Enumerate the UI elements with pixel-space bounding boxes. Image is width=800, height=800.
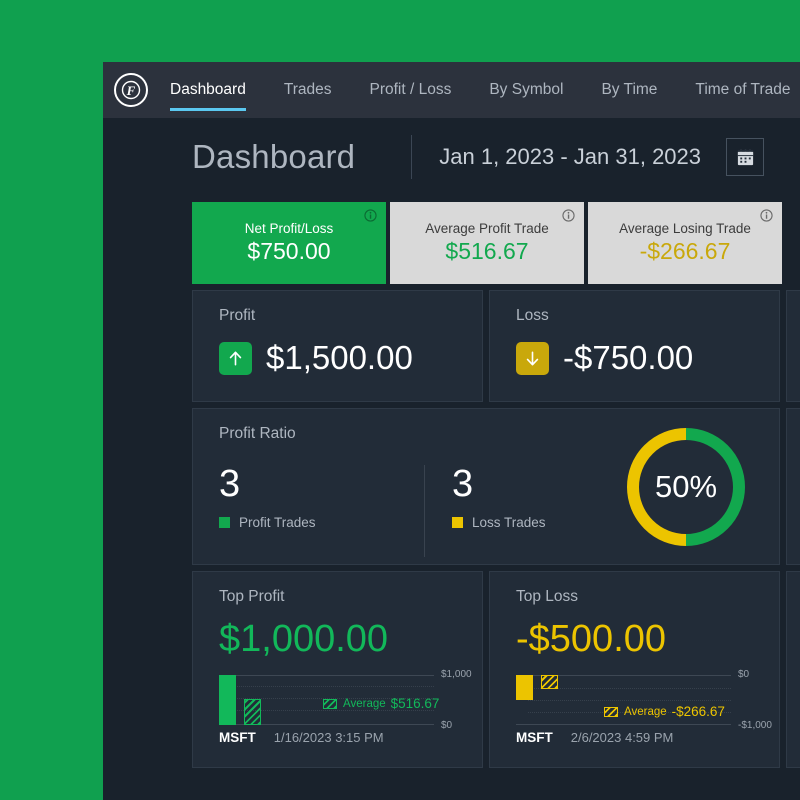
- kpi-strip-overflow: [786, 202, 800, 284]
- kpi-label: Average Profit Trade: [425, 221, 549, 236]
- dashboard-content: Net Profit/Loss $750.00 Average Profit T…: [103, 202, 800, 768]
- calendar-icon[interactable]: [726, 138, 765, 176]
- average-value: $516.67: [390, 696, 440, 711]
- average-hatch-swatch: [323, 698, 337, 709]
- header-divider: [411, 135, 413, 179]
- kpi-net-profit-loss[interactable]: Net Profit/Loss $750.00: [192, 202, 386, 284]
- legend-swatch-loss: [452, 517, 463, 528]
- legend-label-loss: Loss Trades: [472, 515, 546, 530]
- timestamp: 1/16/2023 3:15 PM: [273, 730, 384, 745]
- bar-average-loss: [541, 675, 558, 689]
- top-profit-footer: MSFT 1/16/2023 3:15 PM: [219, 730, 384, 745]
- tab-dashboard[interactable]: Dashboard: [170, 62, 246, 118]
- profit-trades-count: 3: [219, 463, 241, 505]
- top-loss-value: -$500.00: [516, 618, 667, 660]
- top-profit-value: $1,000.00: [219, 618, 389, 660]
- average-annotation: Average $516.67: [323, 696, 439, 711]
- kpi-value: $516.67: [445, 238, 529, 264]
- nav-tabs: Dashboard Trades Profit / Loss By Symbol…: [170, 62, 790, 118]
- average-annotation: Average -$266.67: [604, 704, 725, 719]
- profit-loss-row-overflow-card[interactable]: [786, 290, 800, 402]
- top-trades-row: Top Profit $1,000.00 $1,000 $0 Average $…: [192, 571, 800, 768]
- arrow-up-icon: [219, 341, 252, 375]
- profit-ratio-row-overflow-card[interactable]: [786, 408, 800, 565]
- kpi-label: Average Losing Trade: [619, 221, 751, 236]
- app-panel: F Dashboard Trades Profit / Loss By Symb…: [103, 62, 800, 800]
- average-label: Average: [343, 697, 386, 710]
- axis-tick-bottom: -$1,000: [738, 720, 772, 731]
- loss-value: -$750.00: [563, 339, 694, 376]
- info-icon[interactable]: [562, 209, 575, 222]
- card-title: Top Profit: [219, 588, 285, 605]
- date-range-label[interactable]: Jan 1, 2023 - Jan 31, 2023: [439, 144, 701, 170]
- loss-card[interactable]: Loss -$750.00: [489, 290, 780, 402]
- top-profit-mini-chart: $1,000 $0 Average $516.67: [219, 669, 472, 731]
- loss-trades-stat: 3 Loss Trades: [424, 465, 629, 557]
- bar-top-loss: [516, 675, 533, 700]
- top-loss-mini-chart: $0 -$1,000 Average -$266.67: [516, 669, 772, 731]
- svg-text:F: F: [126, 83, 136, 98]
- symbol[interactable]: MSFT: [516, 730, 553, 745]
- kpi-average-profit-trade[interactable]: Average Profit Trade $516.67: [390, 202, 584, 284]
- tab-by-time[interactable]: By Time: [601, 62, 657, 118]
- legend-label-profit: Profit Trades: [239, 515, 316, 530]
- legend-swatch-profit: [219, 517, 230, 528]
- tab-trades[interactable]: Trades: [284, 62, 332, 118]
- kpi-average-losing-trade[interactable]: Average Losing Trade -$266.67: [588, 202, 782, 284]
- profit-loss-row: Profit $1,500.00 Loss -$750.00: [192, 290, 800, 402]
- average-hatch-swatch: [604, 706, 618, 717]
- top-navigation-bar: F Dashboard Trades Profit / Loss By Symb…: [103, 62, 800, 118]
- kpi-value: $750.00: [247, 238, 331, 264]
- tab-profit-loss[interactable]: Profit / Loss: [370, 62, 452, 118]
- profit-value: $1,500.00: [266, 339, 413, 376]
- profit-ratio-row: Profit Ratio 3 Profit Trades 3 Loss Trad…: [192, 408, 800, 565]
- donut-percent-label: 50%: [654, 469, 718, 504]
- page-header: Dashboard Jan 1, 2023 - Jan 31, 2023: [103, 118, 800, 196]
- top-profit-card[interactable]: Top Profit $1,000.00 $1,000 $0 Average $…: [192, 571, 483, 768]
- page-title: Dashboard: [192, 138, 356, 175]
- bar-top-profit: [219, 675, 236, 725]
- kpi-strip: Net Profit/Loss $750.00 Average Profit T…: [192, 202, 800, 284]
- kpi-value: -$266.67: [639, 238, 731, 264]
- profit-trades-stat: 3 Profit Trades: [219, 465, 424, 530]
- axis-tick-bottom: $0: [441, 720, 453, 731]
- info-icon[interactable]: [760, 209, 773, 222]
- loss-trades-count: 3: [452, 463, 474, 505]
- top-loss-footer: MSFT 2/6/2023 4:59 PM: [516, 730, 673, 745]
- card-title: Profit: [219, 307, 256, 324]
- card-title: Top Loss: [516, 588, 579, 605]
- top-trades-row-overflow-card[interactable]: [786, 571, 800, 768]
- top-loss-card[interactable]: Top Loss -$500.00 $0 -$1,000 Average -$2…: [489, 571, 780, 768]
- symbol[interactable]: MSFT: [219, 730, 256, 745]
- card-title: Loss: [516, 307, 549, 324]
- average-value: -$266.67: [671, 704, 725, 719]
- kpi-label: Net Profit/Loss: [244, 221, 334, 236]
- arrow-down-icon: [516, 341, 549, 375]
- app-logo-icon[interactable]: F: [114, 73, 148, 107]
- average-label: Average: [624, 705, 667, 718]
- timestamp: 2/6/2023 4:59 PM: [570, 730, 674, 745]
- axis-tick-top: $1,000: [441, 669, 472, 680]
- tab-by-symbol[interactable]: By Symbol: [489, 62, 563, 118]
- bar-average-profit: [244, 699, 261, 725]
- profit-card[interactable]: Profit $1,500.00: [192, 290, 483, 402]
- axis-tick-top: $0: [738, 669, 750, 680]
- info-icon[interactable]: [364, 209, 377, 222]
- tab-time-of-trade[interactable]: Time of Trade: [695, 62, 790, 118]
- profit-ratio-card[interactable]: Profit Ratio 3 Profit Trades 3 Loss Trad…: [192, 408, 780, 565]
